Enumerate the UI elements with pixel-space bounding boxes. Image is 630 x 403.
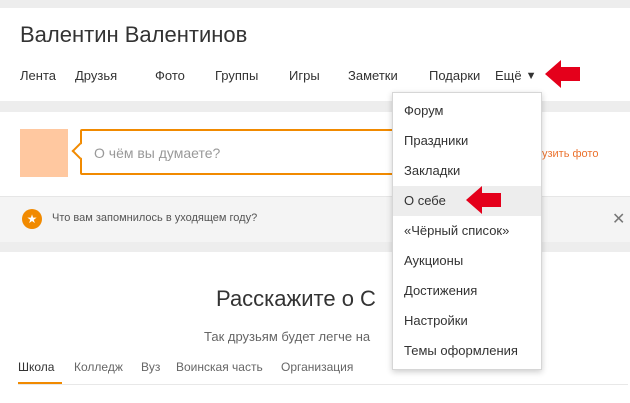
tab-college[interactable]: Колледж <box>74 360 123 374</box>
year-memory-link[interactable]: Что вам запомнилось в уходящем году? <box>52 212 257 224</box>
menu-item-forum[interactable]: Форум <box>393 96 541 126</box>
nav-feed[interactable]: Лента <box>20 68 56 83</box>
sparkle-icon: ★ <box>22 209 42 229</box>
menu-item-themes[interactable]: Темы оформления <box>393 336 541 366</box>
tab-school[interactable]: Школа <box>18 360 54 374</box>
tab-organization[interactable]: Организация <box>281 360 353 374</box>
nav-friends[interactable]: Друзья <box>75 68 117 83</box>
nav-notes[interactable]: Заметки <box>348 68 398 83</box>
tab-military-unit[interactable]: Воинская часть <box>176 360 263 374</box>
menu-item-blacklist[interactable]: «Чёрный список» <box>393 216 541 246</box>
annotation-arrow-icon <box>545 60 580 88</box>
menu-item-auctions[interactable]: Аукционы <box>393 246 541 276</box>
nav-photos[interactable]: Фото <box>155 68 185 83</box>
nav-more-button[interactable]: Ещё ▼ <box>495 68 537 83</box>
more-dropdown-menu: Форум Праздники Закладки О себе «Чёрный … <box>392 92 542 370</box>
tab-university[interactable]: Вуз <box>141 360 160 374</box>
tabs-divider <box>18 384 628 385</box>
upload-photo-link[interactable]: рузить фото <box>536 148 598 160</box>
chevron-down-icon: ▼ <box>525 69 537 82</box>
close-icon[interactable]: ✕ <box>612 209 625 229</box>
speech-notch-icon <box>71 142 89 160</box>
about-subtitle: Так друзьям будет легче на <box>204 329 371 344</box>
nav-gifts[interactable]: Подарки <box>429 68 480 83</box>
nav-games[interactable]: Игры <box>289 68 320 83</box>
post-placeholder: О чём вы думаете? <box>94 145 221 161</box>
about-title: Расскажите о С <box>216 286 376 311</box>
avatar[interactable] <box>20 129 68 177</box>
post-input[interactable]: О чём вы думаете? <box>71 129 410 175</box>
menu-item-holidays[interactable]: Праздники <box>393 126 541 156</box>
nav-groups[interactable]: Группы <box>215 68 258 83</box>
profile-header: Валентин Валентинов Лента Друзья Фото Гр… <box>0 8 630 101</box>
profile-name: Валентин Валентинов <box>20 22 248 47</box>
menu-item-settings[interactable]: Настройки <box>393 306 541 336</box>
menu-item-achievements[interactable]: Достижения <box>393 276 541 306</box>
menu-item-bookmarks[interactable]: Закладки <box>393 156 541 186</box>
nav-more-label: Ещё <box>495 68 522 83</box>
annotation-arrow-icon <box>466 186 501 214</box>
